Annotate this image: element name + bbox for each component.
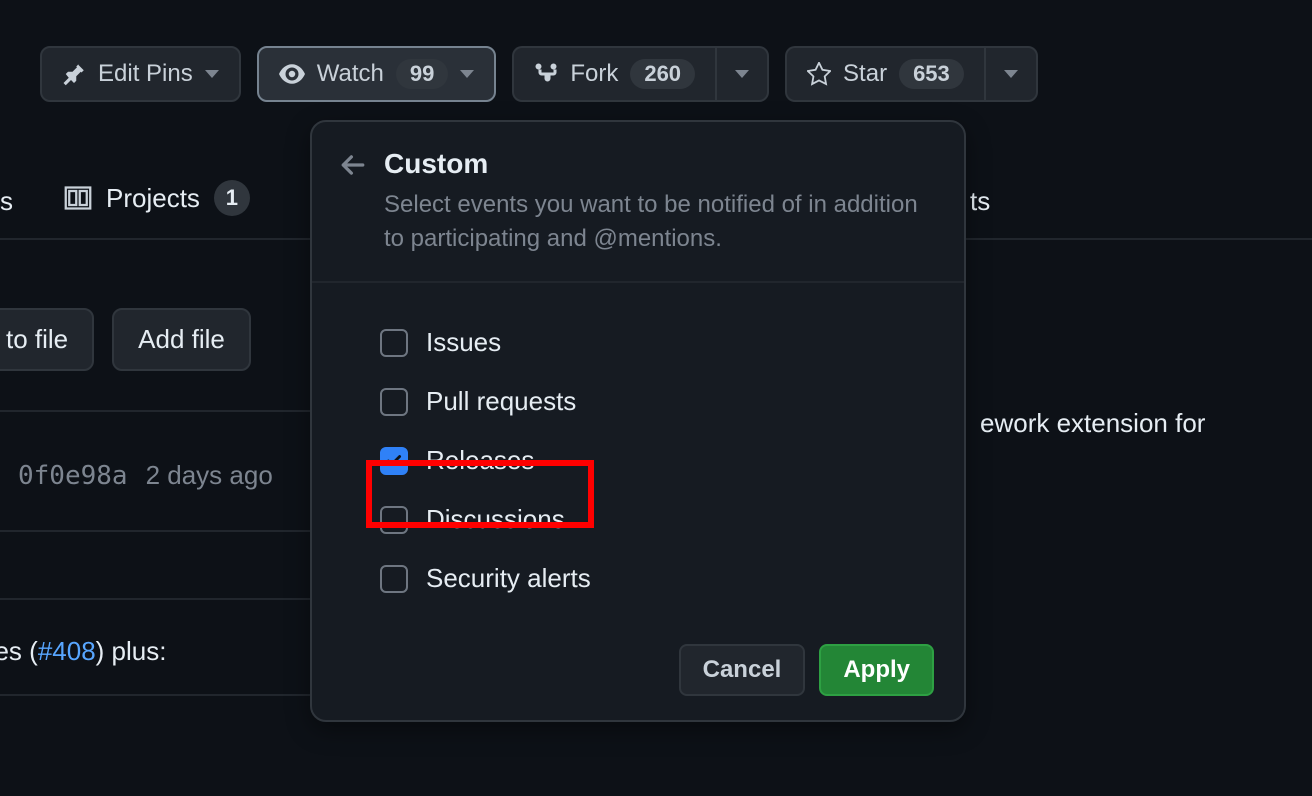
- popover-title: Custom: [384, 148, 930, 180]
- option-discussions[interactable]: Discussions: [372, 490, 944, 549]
- checkbox-unchecked[interactable]: [380, 329, 408, 357]
- edit-pins-label: Edit Pins: [98, 60, 193, 88]
- star-button-group: Star 653: [785, 46, 1038, 102]
- option-issues[interactable]: Issues: [372, 313, 944, 372]
- option-pull-requests[interactable]: Pull requests: [372, 372, 944, 431]
- star-label: Star: [843, 60, 887, 88]
- fork-button-group: Fork 260: [512, 46, 769, 102]
- divider: [0, 410, 310, 412]
- divider: [0, 694, 310, 696]
- watch-custom-popover: Custom Select events you want to be noti…: [310, 120, 966, 722]
- caret-down-icon: [205, 70, 219, 78]
- star-button[interactable]: Star 653: [785, 46, 984, 102]
- option-label: Issues: [426, 327, 501, 358]
- popover-footer: Cancel Apply: [312, 628, 964, 720]
- eye-icon: [279, 61, 305, 87]
- issue-link[interactable]: #408: [38, 636, 96, 666]
- popover-description: Select events you want to be notified of…: [384, 188, 930, 255]
- star-dropdown-button[interactable]: [984, 46, 1038, 102]
- watch-label: Watch: [317, 60, 384, 88]
- checkbox-checked[interactable]: [380, 447, 408, 475]
- star-icon: [807, 62, 831, 86]
- commit-info: 0f0e98a 2 days ago: [18, 460, 273, 491]
- caret-down-icon: [460, 70, 474, 78]
- watch-button[interactable]: Watch 99: [257, 46, 497, 102]
- projects-label: Projects: [106, 183, 200, 214]
- fork-label: Fork: [570, 60, 618, 88]
- projects-count: 1: [214, 180, 250, 216]
- apply-button[interactable]: Apply: [819, 644, 934, 696]
- projects-icon: [64, 184, 92, 212]
- star-count: 653: [899, 59, 964, 89]
- option-label: Releases: [426, 445, 534, 476]
- caret-down-icon: [1004, 70, 1018, 78]
- option-label: Discussions: [426, 504, 565, 535]
- option-label: Security alerts: [426, 563, 591, 594]
- fork-button[interactable]: Fork 260: [512, 46, 715, 102]
- checkbox-unchecked[interactable]: [380, 506, 408, 534]
- add-file-button[interactable]: Add file: [112, 308, 251, 371]
- go-to-file-button[interactable]: to file: [0, 308, 94, 371]
- tab-projects[interactable]: Projects 1: [64, 180, 250, 216]
- pin-icon: [62, 62, 86, 86]
- checkbox-unchecked[interactable]: [380, 388, 408, 416]
- nav-fragment-left: s: [0, 186, 13, 217]
- fork-icon: [534, 62, 558, 86]
- repo-action-toolbar: Edit Pins Watch 99 Fork 260 Star 653: [40, 46, 1312, 102]
- checkbox-unchecked[interactable]: [380, 565, 408, 593]
- caret-down-icon: [735, 70, 749, 78]
- arrow-left-icon[interactable]: [340, 148, 366, 178]
- option-releases[interactable]: Releases: [372, 431, 944, 490]
- watch-count: 99: [396, 59, 448, 89]
- popover-header: Custom Select events you want to be noti…: [312, 122, 964, 283]
- option-security-alerts[interactable]: Security alerts: [372, 549, 944, 608]
- divider: [0, 598, 310, 600]
- edit-pins-button[interactable]: Edit Pins: [40, 46, 241, 102]
- about-fragment: ework extension for: [980, 408, 1300, 439]
- notification-options: Issues Pull requests Releases Discussion…: [312, 283, 964, 628]
- option-label: Pull requests: [426, 386, 576, 417]
- nav-fragment-right: ts: [970, 186, 990, 217]
- nav-tabs: Projects 1: [64, 180, 250, 216]
- divider: [0, 530, 310, 532]
- fork-count: 260: [630, 59, 695, 89]
- commit-sha[interactable]: 0f0e98a: [18, 461, 128, 491]
- file-buttons: to file Add file: [0, 308, 251, 371]
- commit-time: 2 days ago: [146, 460, 273, 491]
- cancel-button[interactable]: Cancel: [679, 644, 806, 696]
- commit-message: ges (#408) plus:: [0, 636, 166, 667]
- fork-dropdown-button[interactable]: [715, 46, 769, 102]
